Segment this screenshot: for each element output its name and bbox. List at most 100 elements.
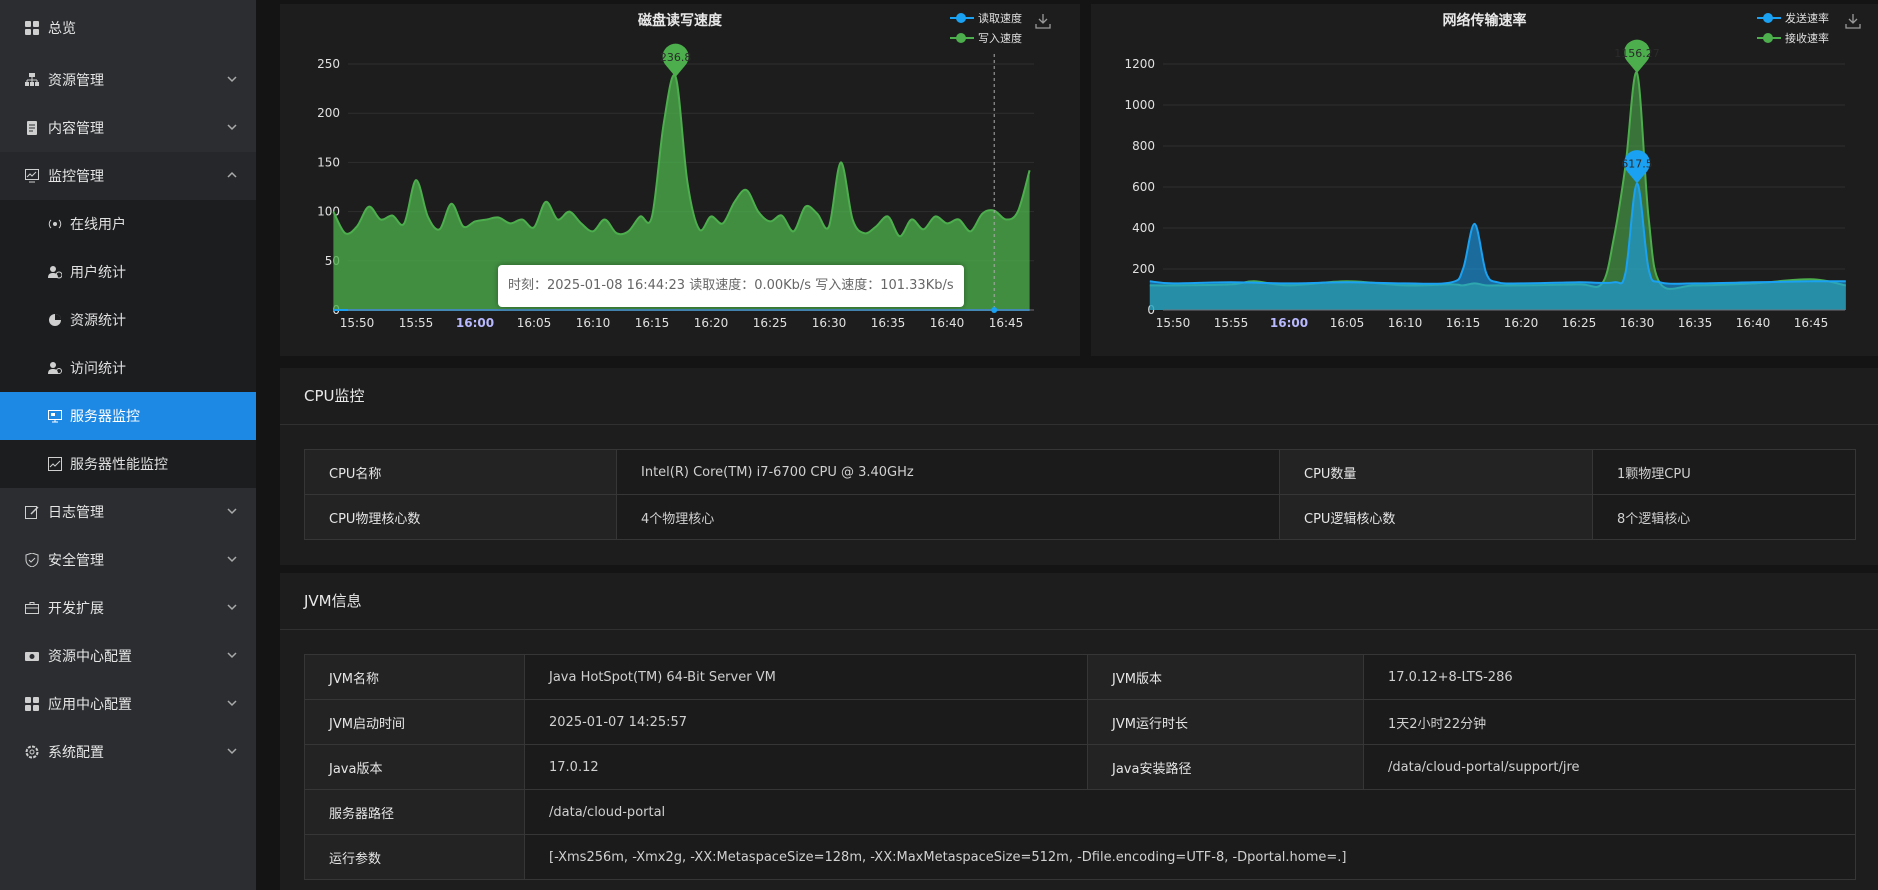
chevron-down-icon: [227, 556, 237, 563]
menu-overview[interactable]: 总览: [0, 0, 256, 56]
net-x-tick-label: 16:45: [1794, 316, 1829, 330]
jvm-name-label: JVM名称: [304, 654, 525, 700]
shield-icon: [24, 552, 40, 568]
cpu-card-title: CPU监控: [280, 368, 1878, 425]
server-path-value: /data/cloud-portal: [524, 789, 1856, 835]
menu-resource-center-config[interactable]: 资源中心配置: [0, 632, 256, 680]
jvm-start-time-label: JVM启动时间: [304, 699, 525, 745]
net-x-tick-label: 16:00: [1270, 316, 1308, 330]
menu-content-management[interactable]: 内容管理: [0, 104, 256, 152]
jvm-info-table: JVM名称 Java HotSpot(TM) 64-Bit Server VM …: [304, 654, 1856, 880]
chevron-down-icon: [227, 604, 237, 611]
menu-log-management[interactable]: 日志管理: [0, 488, 256, 536]
edit-log-icon: [24, 504, 40, 520]
cpu-info-table: CPU名称 Intel(R) Core(TM) i7-6700 CPU @ 3.…: [304, 449, 1856, 540]
jvm-start-time-value: 2025-01-07 14:25:57: [524, 699, 1088, 745]
run-args-label: 运行参数: [304, 834, 525, 880]
disk-y-tick-label: 200: [317, 106, 340, 120]
sidebar-item-resource-stats[interactable]: 资源统计: [0, 296, 256, 344]
net-series-area-0: [1149, 183, 1846, 310]
disk-x-tick-label: 16:35: [871, 316, 906, 330]
table-row: Java版本 17.0.12 Java安装路径 /data/cloud-port…: [304, 744, 1856, 790]
cpu-physical-cores-label: CPU物理核心数: [304, 494, 617, 540]
net-x-tick-label: 16:30: [1620, 316, 1655, 330]
sub-label: 在线用户: [70, 217, 126, 233]
java-version-label: Java版本: [304, 744, 525, 790]
resource-config-icon: [24, 648, 40, 664]
net-max-marker-label: 617.5: [1621, 157, 1653, 170]
network-chart-panel: 网络传输速率 发送速率 接收速率 02004006008001000120015…: [1091, 4, 1878, 356]
sidebar-item-server-monitor[interactable]: 服务器监控: [0, 392, 256, 440]
menu-system-config[interactable]: 系统配置: [0, 728, 256, 776]
disk-x-tick-label: 16:15: [635, 316, 670, 330]
java-version-value: 17.0.12: [524, 744, 1088, 790]
chevron-down-icon: [227, 748, 237, 755]
net-x-tick-label: 16:25: [1562, 316, 1597, 330]
cpu-name-label: CPU名称: [304, 449, 617, 495]
disk-x-tick-label: 16:40: [930, 316, 965, 330]
table-row: CPU物理核心数 4个物理核心 CPU逻辑核心数 8个逻辑核心: [304, 494, 1856, 540]
table-row: JVM启动时间 2025-01-07 14:25:57 JVM运行时长 1天2小…: [304, 699, 1856, 745]
disk-y-tick-label: 250: [317, 57, 340, 71]
net-x-tick-label: 15:55: [1214, 316, 1249, 330]
menu-security-management[interactable]: 安全管理: [0, 536, 256, 584]
menu-label: 系统配置: [48, 745, 104, 761]
cpu-physical-cores-value: 4个物理核心: [616, 494, 1280, 540]
disk-x-tick-label: 16:10: [576, 316, 611, 330]
net-y-tick-label: 400: [1132, 221, 1155, 235]
disk-x-tick-label: 16:05: [517, 316, 552, 330]
disk-x-tick-label: 16:45: [989, 316, 1024, 330]
sidebar-item-online-users[interactable]: 在线用户: [0, 200, 256, 248]
monitor-chart-icon: [24, 168, 40, 184]
sub-label: 服务器监控: [70, 409, 140, 425]
cpu-count-label: CPU数量: [1279, 449, 1593, 495]
menu-app-center-config[interactable]: 应用中心配置: [0, 680, 256, 728]
net-y-tick-label: 600: [1132, 180, 1155, 194]
sub-label: 服务器性能监控: [70, 457, 168, 473]
gear-icon: [24, 744, 40, 760]
net-series-area-1: [1149, 72, 1846, 310]
table-row: 服务器路径 /data/cloud-portal: [304, 789, 1856, 835]
disk-x-tick-label: 16:30: [812, 316, 847, 330]
monitor-submenu: 在线用户 用户统计 资源统计 访问统计 服务器监控 服务器性能监控: [0, 200, 256, 488]
chart-tooltip: 时刻：2025-01-08 16:44:23 读取速度：0.00Kb/s 写入速…: [498, 265, 964, 307]
net-y-tick-label: 1200: [1124, 57, 1155, 71]
disk-x-tick-label: 15:50: [340, 316, 375, 330]
net-y-tick-label: 200: [1132, 262, 1155, 276]
jvm-card: JVM信息 JVM名称 Java HotSpot(TM) 64-Bit Serv…: [280, 573, 1878, 890]
sidebar-item-visit-stats[interactable]: 访问统计: [0, 344, 256, 392]
cpu-logical-cores-label: CPU逻辑核心数: [1279, 494, 1593, 540]
menu-label: 总览: [48, 21, 76, 37]
disk-hover-point: [991, 307, 998, 313]
line-chart-icon: [48, 457, 62, 471]
net-x-tick-label: 16:10: [1388, 316, 1423, 330]
sidebar-item-user-stats[interactable]: 用户统计: [0, 248, 256, 296]
chevron-down-icon: [227, 508, 237, 515]
document-icon: [24, 120, 40, 136]
network-chart-svg: 02004006008001000120015:5015:5516:0016:0…: [1124, 39, 1846, 330]
menu-label: 资源管理: [48, 73, 104, 89]
disk-x-tick-label: 16:00: [456, 316, 494, 330]
menu-dev-extension[interactable]: 开发扩展: [0, 584, 256, 632]
sitemap-icon: [24, 72, 40, 88]
chevron-down-icon: [227, 124, 237, 131]
visit-icon: [48, 361, 62, 375]
server-path-label: 服务器路径: [304, 789, 525, 835]
chevron-down-icon: [227, 700, 237, 707]
dashboard-icon: [24, 20, 40, 36]
menu-resource-management[interactable]: 资源管理: [0, 56, 256, 104]
cpu-card: CPU监控 CPU名称 Intel(R) Core(TM) i7-6700 CP…: [280, 368, 1878, 565]
java-path-label: Java安装路径: [1087, 744, 1364, 790]
disk-max-marker-label: 236.8: [660, 51, 692, 64]
menu-monitor-management[interactable]: 监控管理: [0, 152, 256, 200]
table-row: 运行参数 [-Xms256m, -Xmx2g, -XX:MetaspaceSiz…: [304, 834, 1856, 880]
user-chart-icon: [48, 265, 62, 279]
run-args-value: [-Xms256m, -Xmx2g, -XX:MetaspaceSize=128…: [524, 834, 1856, 880]
disk-x-tick-label: 16:20: [694, 316, 729, 330]
jvm-uptime-value: 1天2小时22分钟: [1363, 699, 1856, 745]
net-x-tick-label: 15:50: [1156, 316, 1191, 330]
online-icon: [48, 217, 62, 231]
toolbox-icon: [24, 600, 40, 616]
sidebar-item-server-performance[interactable]: 服务器性能监控: [0, 440, 256, 488]
sub-label: 资源统计: [70, 313, 126, 329]
